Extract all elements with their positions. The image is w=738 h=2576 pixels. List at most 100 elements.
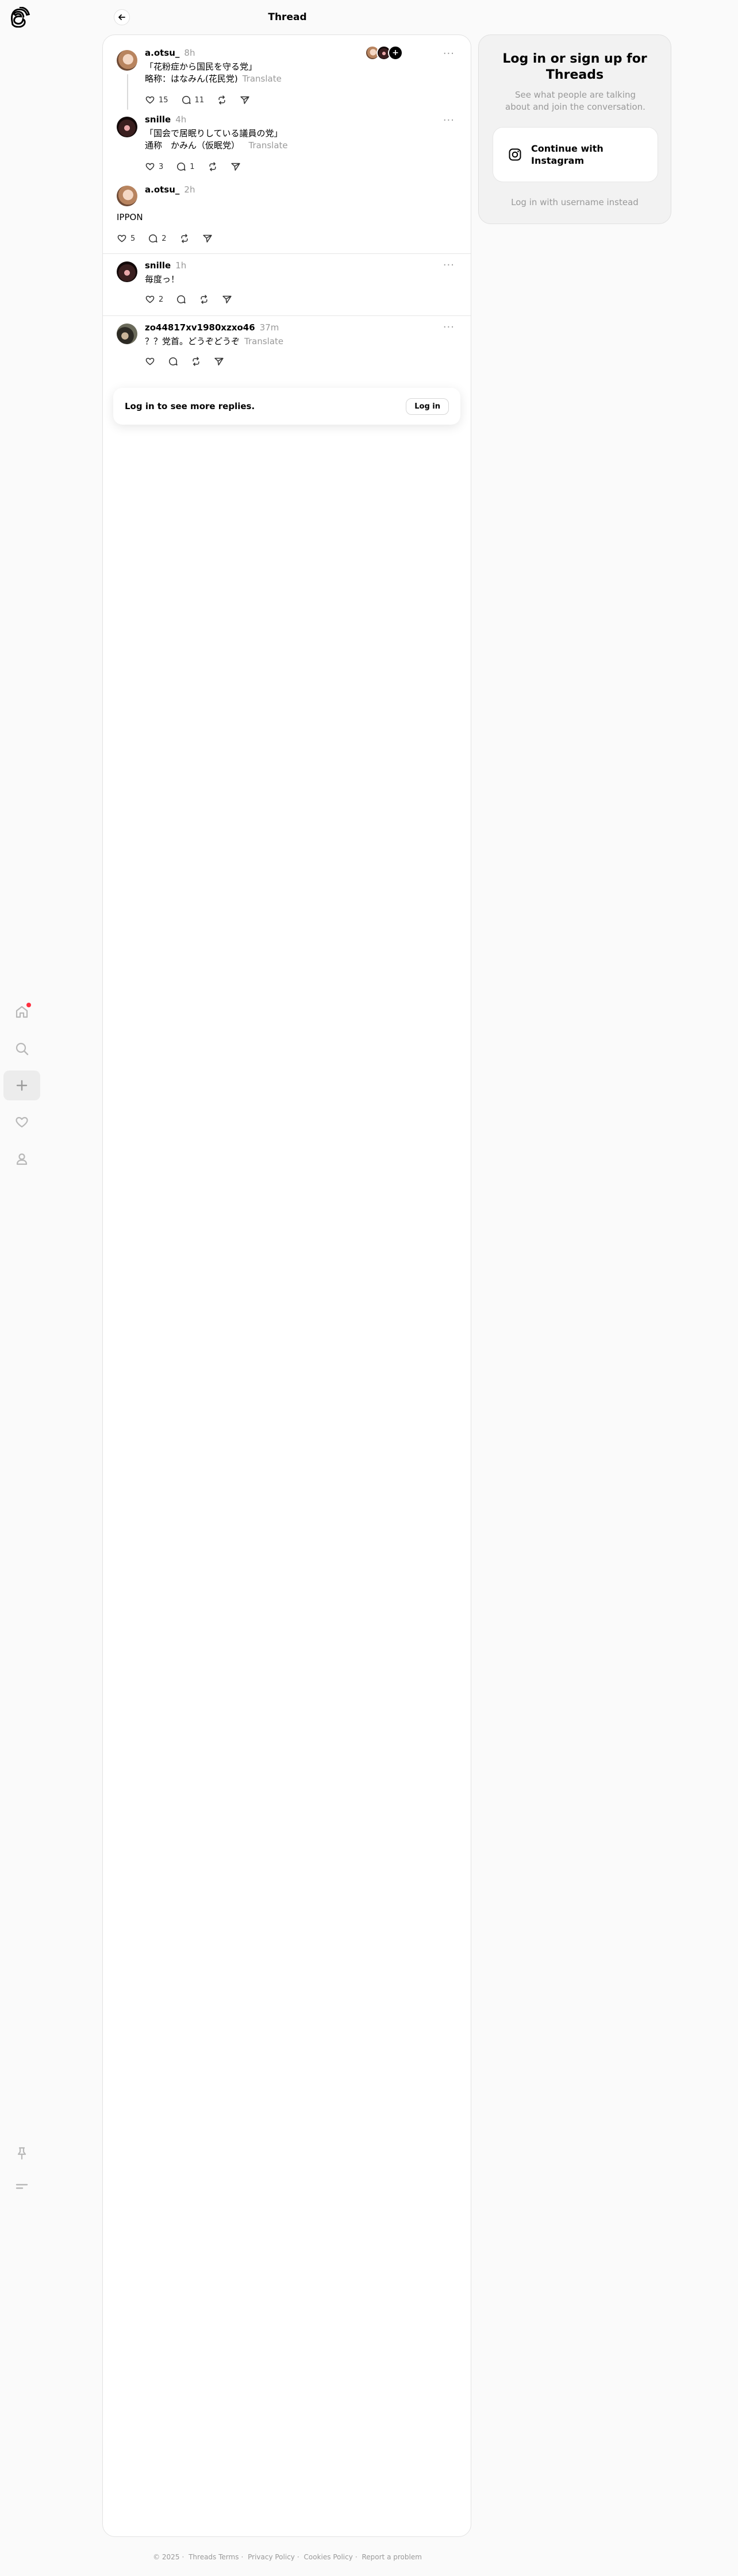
login-prompt-text: Log in to see more replies. (125, 401, 255, 411)
post-text: 毎度っ！ (145, 274, 180, 284)
footer-privacy-link[interactable]: Privacy Policy (248, 2553, 295, 2561)
reply-button[interactable] (168, 356, 178, 367)
comment-icon (168, 356, 178, 367)
nav-activity[interactable] (3, 1107, 40, 1137)
repost-icon (199, 294, 209, 305)
more-options-icon[interactable]: ··· (443, 48, 455, 60)
reply-button[interactable]: 11 (181, 95, 205, 105)
comment-icon (181, 95, 191, 105)
send-icon (240, 95, 250, 105)
username[interactable]: zo44817xv1980xzxo46 (145, 322, 255, 333)
reply-count: 11 (194, 95, 205, 105)
repost-icon (217, 95, 227, 105)
like-count: 3 (159, 162, 164, 171)
repost-button[interactable] (199, 294, 209, 305)
reply-button[interactable]: 1 (176, 161, 195, 172)
repost-button[interactable] (217, 95, 227, 105)
reply-count: 1 (190, 162, 195, 171)
pin-icon (14, 2146, 29, 2161)
continue-with-instagram-button[interactable]: Continue with Instagram (493, 127, 658, 182)
share-button[interactable] (222, 294, 232, 305)
timestamp[interactable]: 4h (175, 114, 186, 125)
heart-icon (145, 95, 155, 105)
post-text: ？？党首。どうぞどうぞ (145, 336, 240, 346)
username[interactable]: a.otsu_ (145, 184, 179, 195)
footer-copyright: © 2025 (153, 2553, 180, 2561)
share-button[interactable] (230, 161, 241, 172)
avatar[interactable] (117, 186, 137, 206)
thread-line (127, 74, 128, 110)
repost-icon (207, 161, 218, 172)
like-count: 15 (159, 95, 168, 105)
more-options-icon[interactable]: ··· (443, 321, 455, 333)
nav-search[interactable] (3, 1034, 40, 1064)
username[interactable]: snille (145, 114, 171, 125)
like-button[interactable]: 15 (145, 95, 168, 105)
footer-terms-link[interactable]: Threads Terms (189, 2553, 239, 2561)
footer-report-link[interactable]: Report a problem (362, 2553, 421, 2561)
avatar[interactable] (117, 117, 137, 137)
follow-plus-icon[interactable]: + (388, 45, 403, 60)
timestamp[interactable]: 1h (175, 260, 186, 271)
nav-create[interactable] (3, 1071, 40, 1100)
reply-button[interactable] (176, 294, 186, 305)
comment-icon (176, 161, 186, 172)
send-icon (214, 356, 224, 367)
post-text: 「花粉症から国民を守る党」 (145, 61, 257, 72)
like-button[interactable]: 3 (145, 161, 163, 172)
instagram-button-label: Continue with Instagram (531, 143, 604, 166)
login-panel-subtitle: See what people are talking about and jo… (505, 90, 645, 112)
notification-dot (26, 1003, 31, 1007)
like-count: 5 (130, 234, 136, 243)
repost-button[interactable] (179, 233, 190, 244)
nav-profile[interactable] (3, 1144, 40, 1174)
reply-count: 2 (162, 234, 167, 243)
like-button[interactable]: 5 (117, 233, 135, 244)
heart-icon (145, 294, 155, 305)
login-panel: Log in or sign up for Threads See what p… (478, 34, 671, 224)
post-text: 略称：はなみん(花民党) (145, 74, 238, 84)
nav-home[interactable] (3, 997, 40, 1027)
repost-button[interactable] (191, 356, 201, 367)
footer-cookies-link[interactable]: Cookies Policy (304, 2553, 353, 2561)
send-icon (230, 161, 241, 172)
avatar[interactable] (117, 324, 137, 344)
translate-link[interactable]: Translate (249, 140, 288, 151)
reply-button[interactable]: 2 (148, 233, 167, 244)
repost-icon (179, 233, 190, 244)
username[interactable]: a.otsu_ (145, 48, 179, 58)
like-button[interactable] (145, 356, 155, 367)
translate-link[interactable]: Translate (243, 74, 282, 84)
divider (103, 315, 471, 316)
timestamp[interactable]: 37m (260, 322, 279, 333)
instagram-icon (508, 148, 522, 161)
comment-icon (148, 233, 158, 244)
nav-menu[interactable] (3, 2171, 40, 2201)
repost-button[interactable] (207, 161, 218, 172)
login-button[interactable]: Log in (406, 398, 449, 415)
more-options-icon[interactable]: ··· (443, 259, 455, 271)
username[interactable]: snille (145, 260, 171, 271)
like-button[interactable]: 2 (145, 294, 163, 305)
like-count: 2 (159, 295, 164, 304)
heart-icon (14, 1115, 29, 1130)
share-button[interactable] (240, 95, 250, 105)
timestamp[interactable]: 8h (184, 48, 195, 58)
menu-icon (14, 2179, 29, 2194)
post-text: 通称 かみん（仮眠党） (145, 140, 244, 151)
nav-pin[interactable] (3, 2138, 40, 2168)
share-button[interactable] (214, 356, 224, 367)
heart-icon (117, 233, 127, 244)
avatar[interactable] (117, 50, 137, 71)
plus-icon (14, 1078, 29, 1093)
username-login-link[interactable]: Log in with username instead (479, 197, 671, 207)
translate-link[interactable]: Translate (244, 336, 283, 346)
divider (103, 253, 471, 254)
replier-avatars[interactable]: + (365, 45, 403, 60)
avatar[interactable] (117, 261, 137, 282)
timestamp[interactable]: 2h (184, 184, 195, 195)
login-prompt-card: Log in to see more replies. Log in (113, 388, 460, 425)
comment-icon (176, 294, 186, 305)
share-button[interactable] (202, 233, 213, 244)
more-options-icon[interactable]: ··· (443, 114, 455, 126)
